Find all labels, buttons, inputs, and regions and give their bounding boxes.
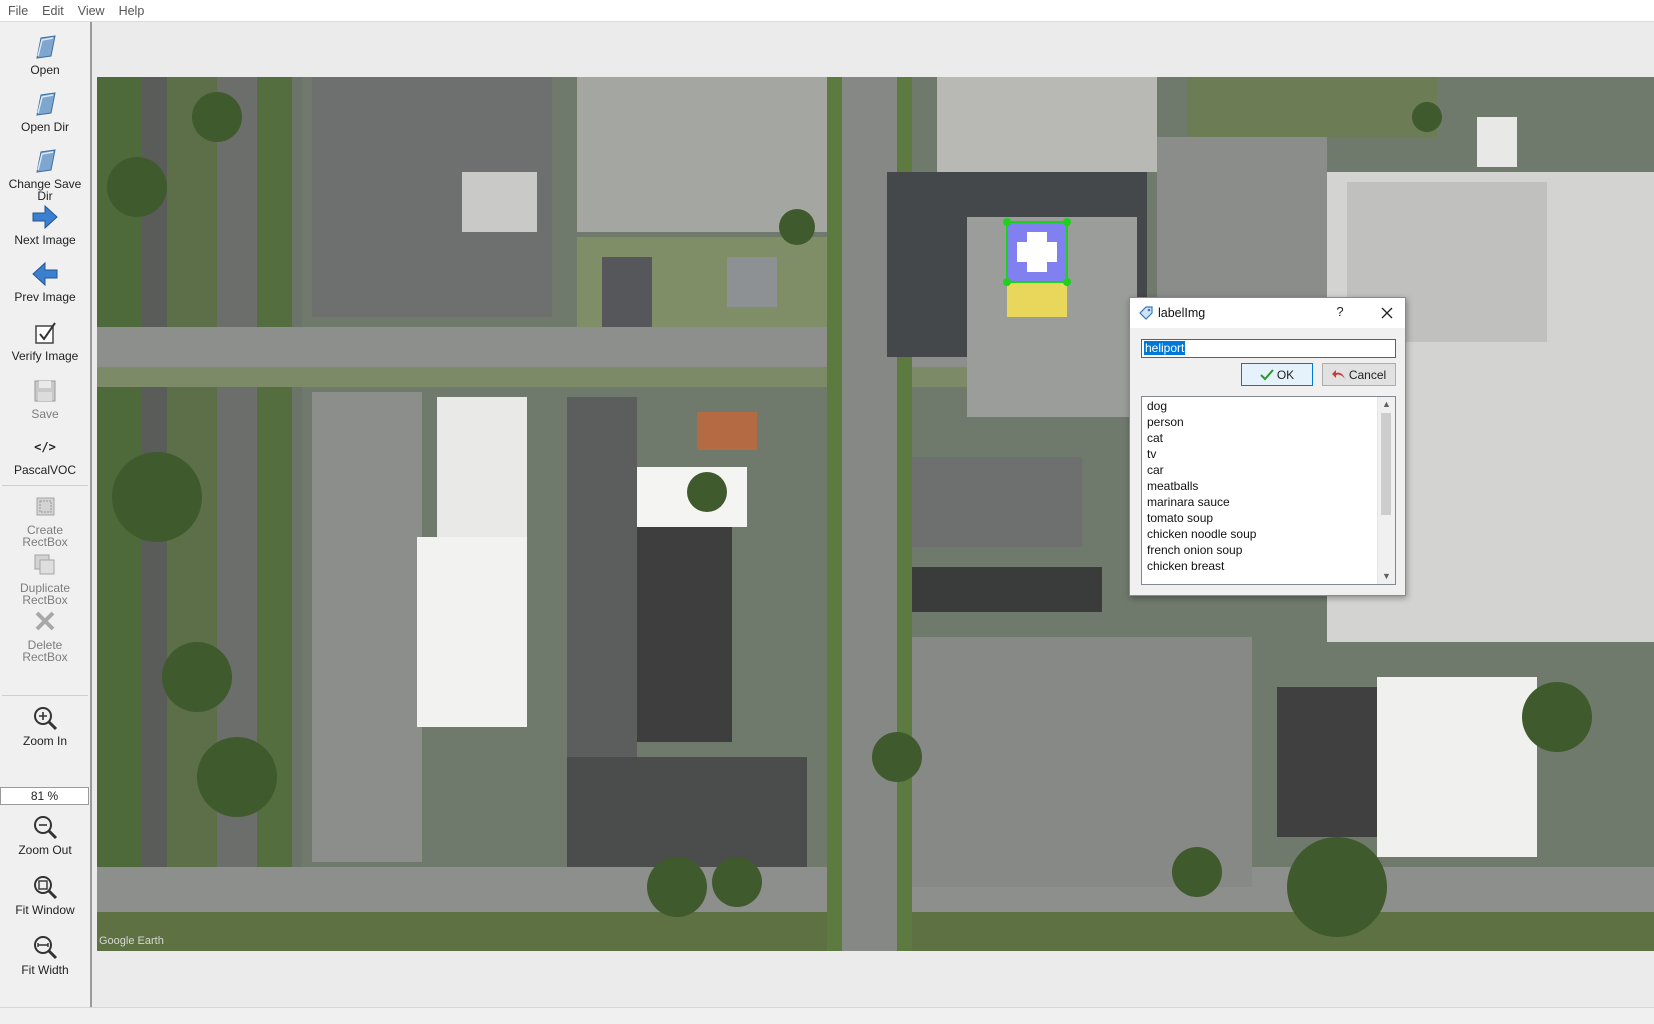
cancel-label: Cancel	[1348, 367, 1387, 382]
zoom-in-label: Zoom In	[22, 734, 67, 748]
create-rectbox-label: Create RectBox	[22, 523, 68, 549]
menu-edit[interactable]: Edit	[35, 4, 71, 18]
format-toggle-button[interactable]: </> PascalVOC	[0, 432, 90, 476]
close-icon	[1381, 307, 1393, 319]
zoom-out-icon	[34, 816, 58, 840]
fit-window-button[interactable]: Fit Window	[0, 872, 90, 916]
left-toolbar: Open Open Dir Change Save Dir Next Image…	[0, 22, 92, 1007]
delete-icon	[35, 611, 55, 631]
create-rectbox-icon	[36, 497, 55, 516]
change-save-dir-icon	[36, 149, 56, 173]
verify-image-button[interactable]: Verify Image	[0, 318, 90, 362]
save-label: Save	[31, 407, 59, 421]
fit-width-button[interactable]: Fit Width	[0, 932, 90, 976]
prev-image-button[interactable]: Prev Image	[0, 259, 90, 303]
delete-rectbox-label: Delete RectBox	[22, 638, 68, 664]
list-item[interactable]: french onion soup	[1147, 543, 1242, 557]
undo-arrow-icon	[1331, 369, 1345, 379]
change-save-dir-button[interactable]: Change Save Dir	[0, 146, 90, 202]
list-scrollbar[interactable]: ▲ ▼	[1377, 397, 1395, 584]
list-item[interactable]: cat	[1147, 431, 1163, 445]
menu-view[interactable]: View	[71, 4, 112, 18]
checkbox-icon	[35, 322, 56, 344]
arrow-left-icon	[32, 261, 58, 287]
zoom-in-button[interactable]: Zoom In	[0, 703, 90, 747]
open-label: Open	[30, 63, 60, 77]
zoom-level-field[interactable]: 81 %	[0, 787, 89, 805]
open-dir-icon	[36, 92, 56, 116]
open-dir-button[interactable]: Open Dir	[0, 89, 90, 133]
duplicate-rectbox-icon	[34, 554, 55, 575]
aerial-image-drawing	[97, 77, 1654, 951]
label-input-value: heliport	[1144, 341, 1186, 355]
label-dialog: labelImg ? heliport OK Cancel dog person…	[1129, 297, 1406, 596]
google-earth-watermark: Google Earth	[99, 935, 164, 947]
create-rectbox-button[interactable]: Create RectBox	[0, 492, 90, 548]
next-image-label: Next Image	[14, 233, 76, 247]
open-icon	[36, 35, 56, 59]
ok-button[interactable]: OK	[1241, 363, 1313, 386]
zoom-in-icon	[34, 707, 58, 731]
list-item[interactable]: chicken noodle soup	[1147, 527, 1256, 541]
format-label: PascalVOC	[13, 463, 77, 477]
tag-icon	[1139, 306, 1153, 320]
save-icon	[34, 380, 56, 402]
scroll-thumb[interactable]	[1381, 413, 1391, 515]
menu-help[interactable]: Help	[112, 4, 152, 18]
duplicate-rectbox-label: Duplicate RectBox	[19, 581, 71, 607]
menu-file[interactable]: File	[0, 4, 35, 18]
code-icon: </>	[34, 440, 56, 454]
list-item[interactable]: dog	[1147, 399, 1167, 413]
open-button[interactable]: Open	[0, 32, 90, 76]
list-item[interactable]: car	[1147, 463, 1164, 477]
scroll-up-icon[interactable]: ▲	[1378, 397, 1395, 412]
help-button[interactable]: ?	[1330, 304, 1350, 319]
fit-width-icon	[34, 936, 58, 960]
ok-label: OK	[1276, 367, 1295, 382]
zoom-out-label: Zoom Out	[18, 843, 72, 857]
list-item[interactable]: person	[1147, 415, 1184, 429]
open-dir-label: Open Dir	[20, 120, 70, 134]
next-image-button[interactable]: Next Image	[0, 202, 90, 246]
dialog-title-bar: labelImg ?	[1130, 298, 1405, 328]
zoom-out-button[interactable]: Zoom Out	[0, 812, 90, 856]
fit-window-label: Fit Window	[15, 903, 75, 917]
list-item[interactable]: tomato soup	[1147, 511, 1213, 525]
prev-image-label: Prev Image	[14, 290, 76, 304]
label-input[interactable]: heliport	[1141, 339, 1396, 358]
arrow-right-icon	[32, 204, 58, 230]
toolbar-divider	[2, 695, 88, 696]
dialog-title: labelImg	[1158, 306, 1206, 320]
list-item[interactable]: marinara sauce	[1147, 495, 1230, 509]
fit-window-icon	[34, 876, 58, 900]
menu-bar: File Edit View Help	[0, 0, 1654, 22]
scroll-down-icon[interactable]: ▼	[1378, 569, 1395, 584]
change-save-dir-label: Change Save Dir	[8, 177, 82, 203]
status-bar	[0, 1007, 1654, 1024]
cancel-button[interactable]: Cancel	[1322, 363, 1396, 386]
save-button[interactable]: Save	[0, 376, 90, 420]
list-item[interactable]: tv	[1147, 447, 1156, 461]
check-icon	[1260, 368, 1274, 380]
list-item[interactable]: meatballs	[1147, 479, 1198, 493]
label-list[interactable]: dog person cat tv car meatballs marinara…	[1141, 396, 1396, 585]
toolbar-divider	[2, 485, 88, 486]
fit-width-label: Fit Width	[21, 963, 69, 977]
aerial-image[interactable]: Google Earth	[97, 77, 1654, 951]
duplicate-rectbox-button[interactable]: Duplicate RectBox	[0, 550, 90, 606]
delete-rectbox-button[interactable]: Delete RectBox	[0, 607, 90, 663]
close-button[interactable]	[1376, 303, 1398, 323]
verify-image-label: Verify Image	[11, 349, 79, 363]
list-item[interactable]: chicken breast	[1147, 559, 1224, 573]
